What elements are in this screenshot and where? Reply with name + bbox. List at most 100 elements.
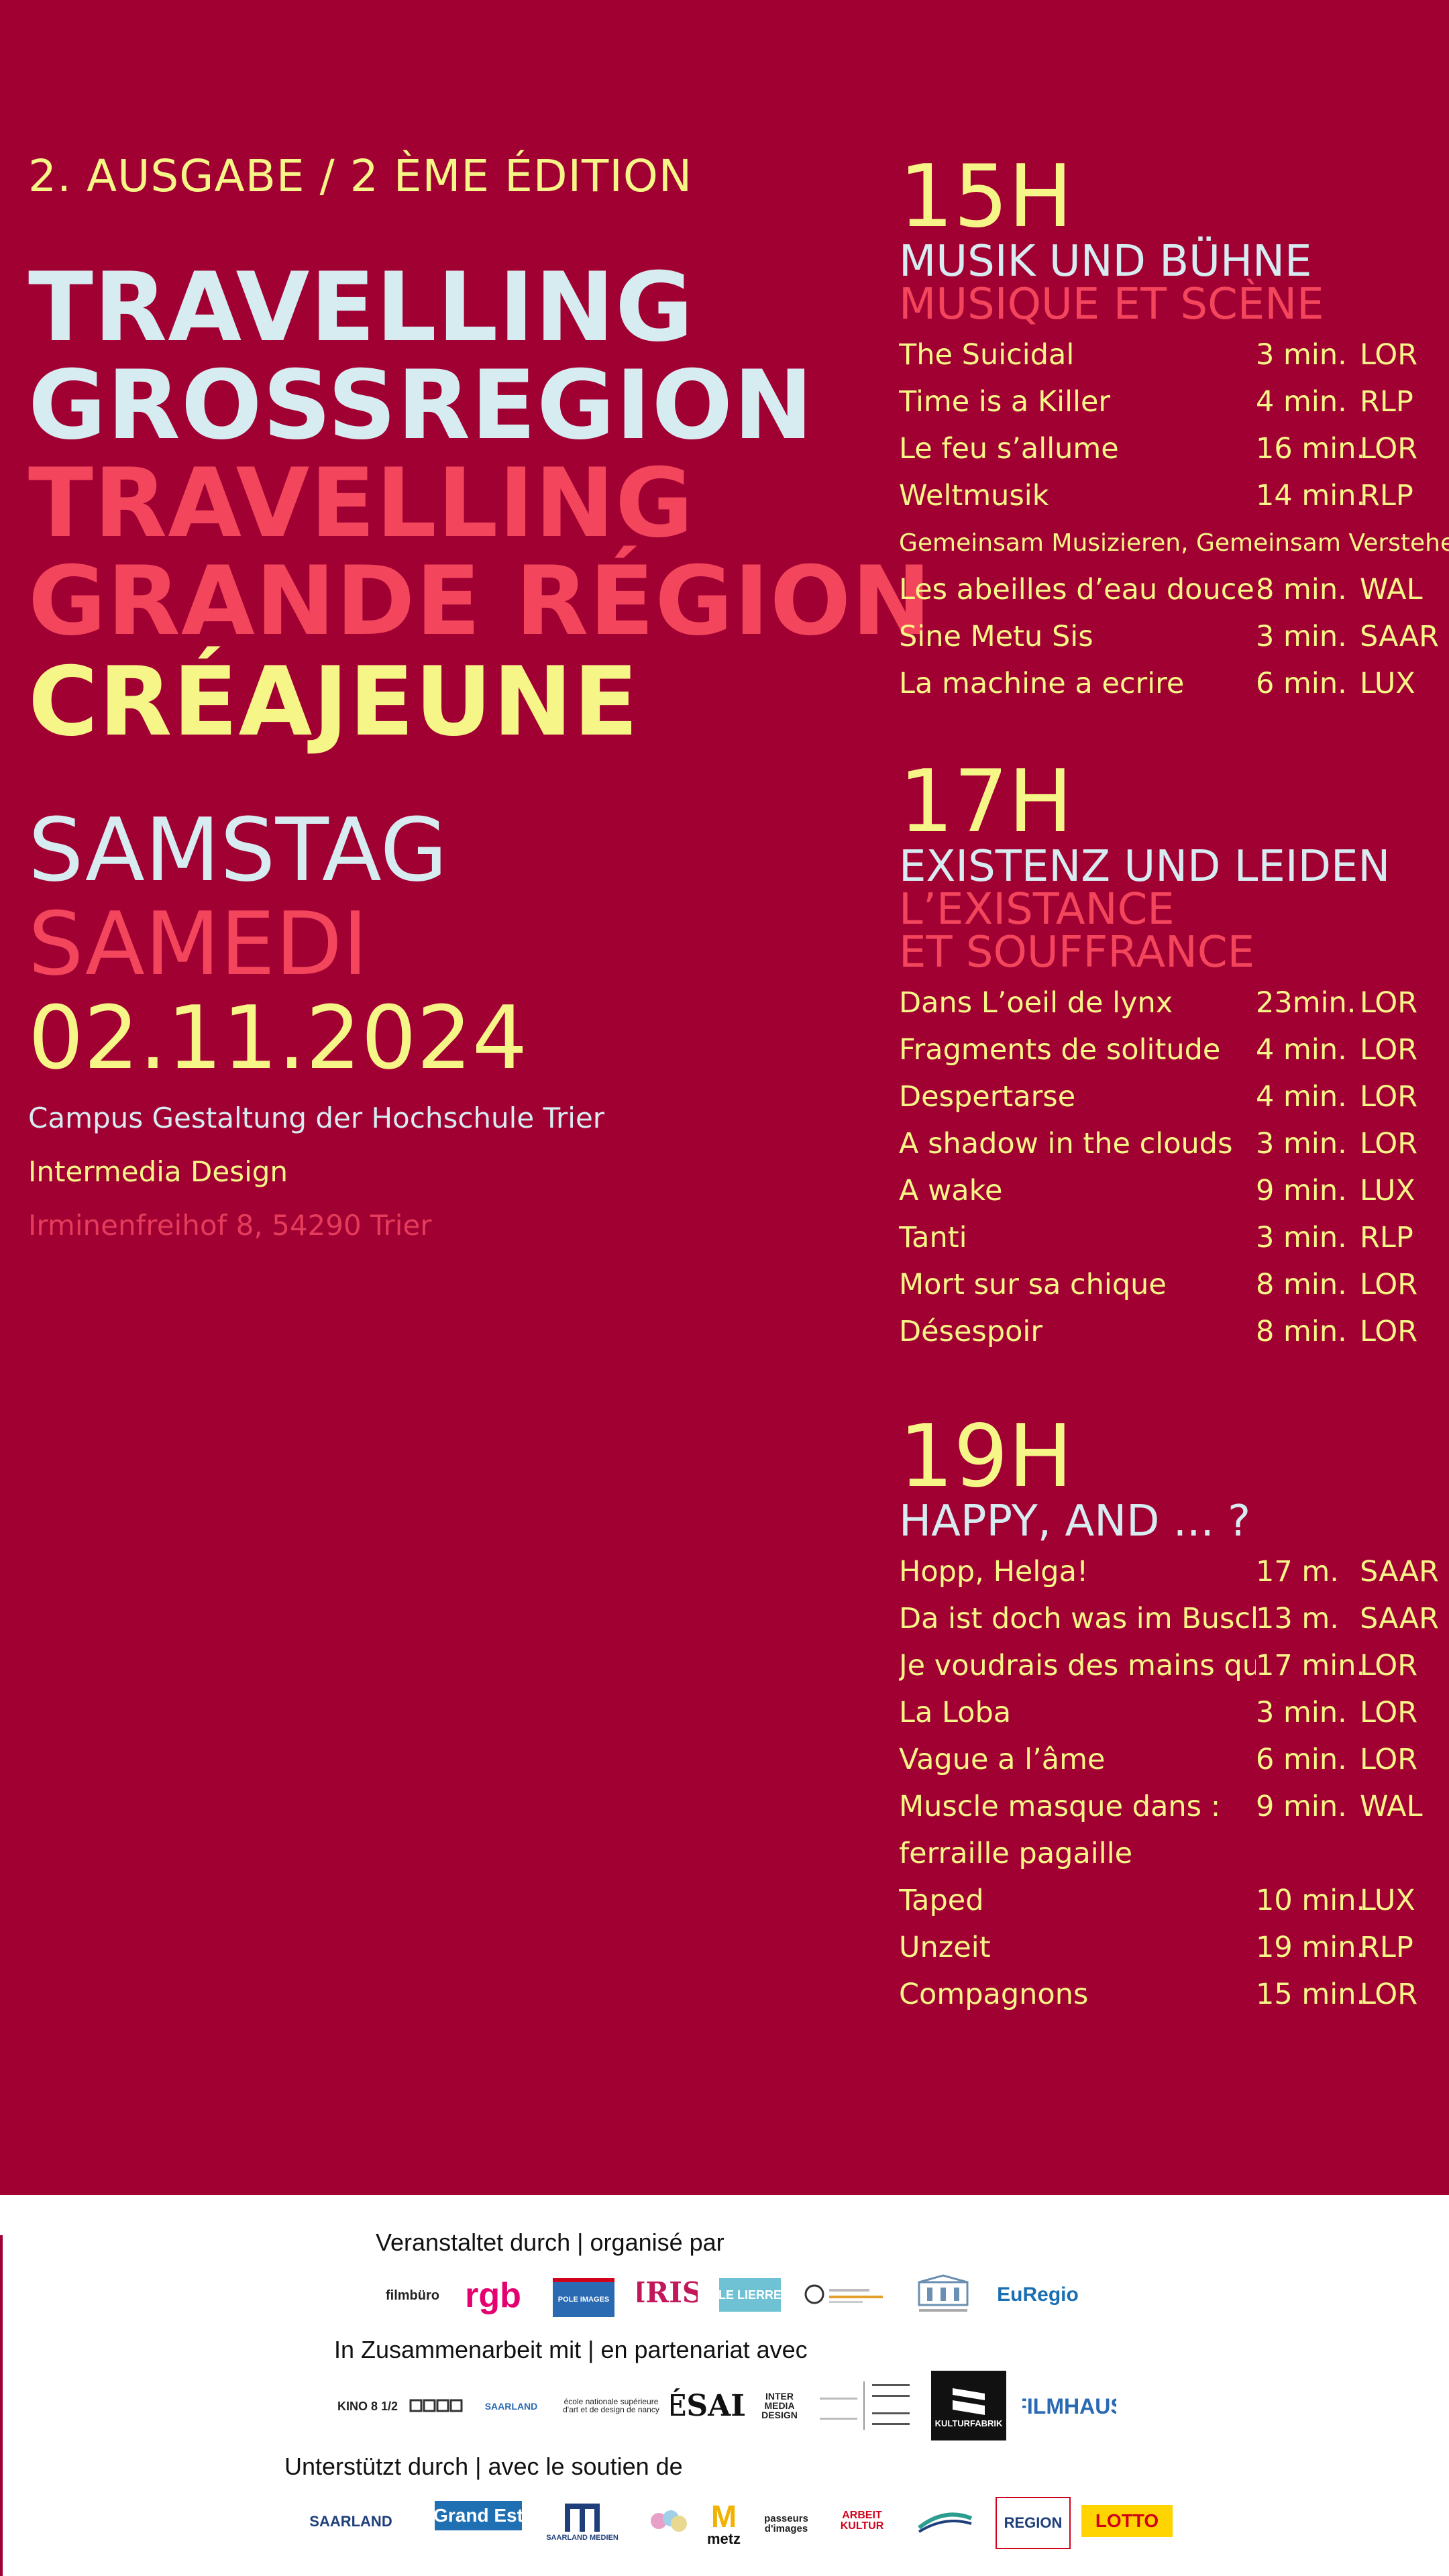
film-title: Da ist doch was im Busch	[899, 1602, 1256, 1635]
film-row: Vague a l’âme 6 min. LOR	[899, 1736, 1436, 1783]
film-title: Weltmusik	[899, 479, 1049, 513]
pole-images-logo: POLE IMAGES	[553, 2278, 614, 2317]
saarland-logo: SAARLAND	[484, 2401, 538, 2412]
film-duration: 3 min.	[1256, 1696, 1347, 1729]
intermedia-logo: INTER MEDIA DESIGN	[761, 2391, 798, 2420]
film-duration: 13 m.	[1256, 1602, 1339, 1635]
metz-logo: M metz	[707, 2496, 741, 2552]
block-17h: 17H EXISTENZ UND LEIDEN L’EXISTANCE ET S…	[899, 759, 1436, 1355]
film-row: ferraille pagaille	[899, 1830, 1436, 1877]
title-fr-line1: TRAVELLING	[28, 448, 694, 559]
film-row: Time is a Killer 4 min. RLP	[899, 378, 1436, 425]
film-row: Le feu s’allume 16 min. LOR	[899, 425, 1436, 472]
film-row: Sine Metu Sis 3 min. SAAR	[899, 613, 1439, 660]
filmbuero-logo: filmbüro	[386, 2288, 439, 2303]
kulturfabrik-label: KULTURFABRIK	[934, 2418, 1003, 2428]
film-row: Taped 10 min. LUX	[899, 1877, 1436, 1924]
film-region: LUX	[1360, 1174, 1415, 1208]
film-duration: 6 min.	[1256, 1743, 1347, 1776]
film-duration: 8 min.	[1256, 1315, 1347, 1348]
film-duration: 8 min.	[1256, 573, 1347, 606]
film-duration: 9 min.	[1256, 1174, 1347, 1208]
film-duration: 3 min.	[1256, 338, 1347, 372]
grand-est-logo: Grand Est	[435, 2501, 522, 2530]
swoosh-logo	[915, 2504, 975, 2540]
film-duration: 14 min.	[1256, 479, 1366, 513]
film-duration: 4 min.	[1256, 1033, 1347, 1067]
film-strip-logo	[408, 2390, 464, 2423]
film-row: Weltmusik 14 min. RLP	[899, 472, 1436, 519]
poster: 2. AUSGABE / 2 ÈME ÉDITION TRAVELLING GR…	[0, 0, 1449, 2195]
film-region: LOR	[1360, 1268, 1418, 1301]
kino-logo: KINO 8 1/2	[337, 2400, 398, 2413]
film-duration: 9 min.	[1256, 1790, 1347, 1823]
euregio-logo: EuRegio	[997, 2284, 1079, 2306]
film-region: LUX	[1360, 1884, 1415, 1917]
film-row: The Suicidal 3 min. LOR	[899, 331, 1436, 378]
film-region: SAAR	[1360, 1555, 1439, 1589]
film-row: Désespoir 8 min. LOR	[899, 1308, 1436, 1355]
edition-label: 2. AUSGABE / 2 ÈME ÉDITION	[28, 150, 693, 202]
esal-logo: ÉSAL	[671, 2389, 745, 2423]
organized-by-label: Veranstaltet durch | organisé par	[376, 2229, 724, 2256]
film-region: LOR	[1360, 1127, 1418, 1161]
film-region: LOR	[1360, 986, 1418, 1020]
film-duration: 6 min.	[1256, 667, 1347, 700]
partner-logo	[802, 2278, 896, 2312]
film-title: A wake	[899, 1174, 1003, 1208]
film-duration: 10 min.	[1256, 1884, 1366, 1917]
film-row: Dans L’oeil de lynx 23min. LOR	[899, 979, 1436, 1026]
program-note-text: Gemeinsam Musizieren, Gemeinsam Verstehe…	[899, 529, 1449, 557]
film-region: LUX	[1360, 667, 1415, 700]
metz-m-icon: M	[710, 2499, 737, 2534]
film-title: Sine Metu Sis	[899, 620, 1093, 653]
title-creajeune: CRÉAJEUNE	[28, 647, 639, 757]
block-15h: 15H MUSIK UND BÜHNE MUSIQUE ET SCÈNE The…	[899, 154, 1449, 707]
film-row: La machine a ecrire 6 min. LUX	[899, 660, 1436, 707]
film-region: WAL	[1360, 1790, 1423, 1823]
film-row: Tanti 3 min. RLP	[899, 1214, 1436, 1261]
block-title-fr-line2: ET SOUFFRANCE	[899, 928, 1254, 977]
film-region: LOR	[1360, 1080, 1418, 1114]
film-region: RLP	[1360, 1931, 1413, 1964]
block-title-fr-line1: L’EXISTANCE	[899, 885, 1175, 934]
grande-region-logo: REGION	[996, 2497, 1071, 2549]
hochschule-logo	[816, 2377, 916, 2434]
time-17h: 17H	[899, 752, 1073, 852]
film-title: Les abeilles d’eau douce	[899, 573, 1254, 606]
film-title: La machine a ecrire	[899, 667, 1185, 700]
title-de-line1: TRAVELLING	[28, 252, 694, 363]
film-title: Le feu s’allume	[899, 432, 1119, 466]
saarland-ministry-logo: SAARLAND	[309, 2513, 392, 2530]
venue-address: Irminenfreihof 8, 54290 Trier	[28, 1209, 432, 1242]
film-duration: 19 min.	[1256, 1931, 1366, 1964]
partner-label: In Zusammenarbeit mit | en partenariat a…	[334, 2336, 808, 2363]
block-title-de: HAPPY, AND ... ?	[899, 1497, 1251, 1546]
film-row: La Loba 3 min. LOR	[899, 1689, 1436, 1736]
film-region: LOR	[1360, 1649, 1418, 1682]
building-logo	[915, 2274, 971, 2316]
le-lierre-logo: LE LIERRE	[719, 2278, 781, 2312]
film-title: Compagnons	[899, 1978, 1089, 2011]
film-row: Fragments de solitude 4 min. LOR	[899, 1026, 1436, 1073]
film-region: LOR	[1360, 338, 1418, 372]
block-title-fr: MUSIQUE ET SCÈNE	[899, 280, 1324, 329]
film-region: LOR	[1360, 1033, 1418, 1067]
film-row: Muscle masque dans : 9 min. WAL	[899, 1783, 1436, 1830]
film-title: Dans L’oeil de lynx	[899, 986, 1173, 1020]
film-title: The Suicidal	[899, 338, 1075, 372]
film-title: Je voudrais des mains qui	[899, 1649, 1256, 1682]
film-duration: 15 min.	[1256, 1978, 1366, 2011]
filmhaus-logo: FILMHAUS	[1022, 2394, 1116, 2418]
film-duration: 16 min.	[1256, 432, 1366, 466]
event-date: 02.11.2024	[28, 987, 528, 1089]
film-title: Taped	[899, 1884, 984, 1917]
film-title: Fragments de solitude	[899, 1033, 1221, 1067]
film-duration: 4 min.	[1256, 1080, 1347, 1114]
film-title: Unzeit	[899, 1931, 991, 1964]
time-19h: 19H	[899, 1407, 1073, 1507]
film-row: Despertarse 4 min. LOR	[899, 1073, 1436, 1120]
film-duration: 4 min.	[1256, 385, 1347, 419]
film-duration: 8 min.	[1256, 1268, 1347, 1301]
dots-logo	[639, 2504, 699, 2540]
